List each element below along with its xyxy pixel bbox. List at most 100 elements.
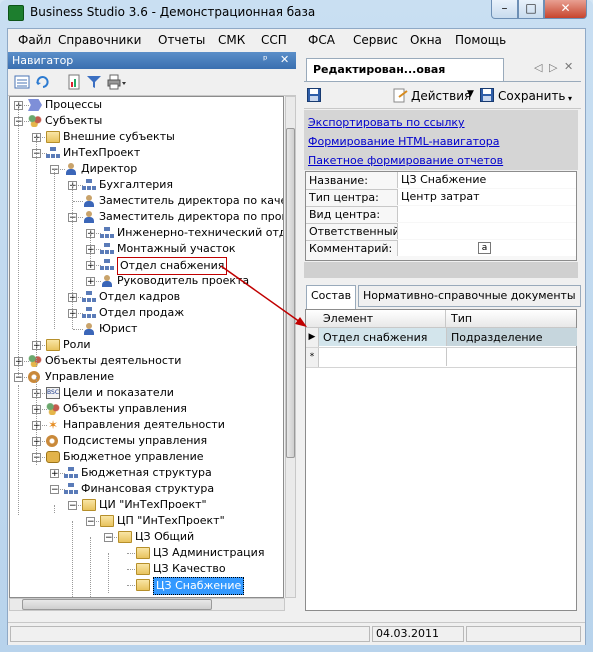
objects-icon <box>28 355 42 367</box>
center-type-field[interactable]: Центр затрат <box>397 189 576 205</box>
actions-dropdown-icon[interactable]: ▼ <box>467 89 474 99</box>
collapse-icon[interactable]: − <box>86 517 95 527</box>
pin-icon[interactable]: ᵖ <box>263 53 268 66</box>
editor-toolbar: Действия ▼ Сохранить ▾ <box>304 84 581 109</box>
panel-splitter[interactable] <box>304 278 578 284</box>
tree-item-label[interactable]: Заместитель директора по произ <box>99 209 283 225</box>
save-small-icon[interactable] <box>307 88 321 102</box>
responsible-field[interactable] <box>397 223 576 239</box>
table-row[interactable]: ▶ Отдел снабжения Подразделение <box>306 328 577 348</box>
tab-composition[interactable]: Состав <box>306 285 357 309</box>
collapse-icon[interactable]: − <box>50 485 59 495</box>
print-icon[interactable] <box>107 74 126 90</box>
tree-view-icon[interactable] <box>14 74 30 90</box>
expand-icon[interactable]: + <box>50 469 59 479</box>
cell-element[interactable]: Отдел снабжения <box>323 331 427 344</box>
filter-icon[interactable] <box>86 74 102 90</box>
tree-item-label[interactable]: Бюджетная структура <box>81 465 212 481</box>
column-element[interactable]: Элемент <box>323 312 373 325</box>
menu-help[interactable]: Помощь <box>455 33 506 47</box>
column-type[interactable]: Тип <box>451 312 472 325</box>
column-divider[interactable] <box>445 310 446 327</box>
navigator-toolbar <box>8 69 296 96</box>
tab-close-icon[interactable]: ✕ <box>564 60 573 73</box>
minimize-button[interactable]: – <box>491 0 518 19</box>
report-icon[interactable] <box>66 74 82 90</box>
tree-item-label[interactable]: ЦИ "ИнТехПроект" <box>99 497 207 513</box>
property-label: Вид центра: <box>309 208 381 221</box>
maximize-button[interactable]: □ <box>518 0 544 19</box>
navigator-close-icon[interactable]: ✕ <box>280 53 289 66</box>
menu-reports[interactable]: Отчеты <box>158 33 205 47</box>
tab-normative-docs[interactable]: Нормативно-справочные документы <box>358 285 581 307</box>
tree-item-label[interactable]: Отдел продаж <box>99 305 184 321</box>
folder-icon <box>46 131 60 143</box>
collapse-icon[interactable]: − <box>104 533 113 543</box>
tree-item-label[interactable]: Инженерно-технический отде <box>117 225 283 241</box>
refresh-icon[interactable] <box>35 74 51 90</box>
toolbar-overflow-icon[interactable]: ▾ <box>568 94 572 103</box>
tree-item-label[interactable]: ЦЗ Качество <box>153 561 226 577</box>
tree-horizontal-scroll-thumb[interactable] <box>22 599 212 610</box>
close-button[interactable]: ✕ <box>544 0 587 19</box>
tree-item-label[interactable]: Объекты управления <box>63 401 187 417</box>
tree-item-label[interactable]: Процессы <box>45 97 102 113</box>
menu-ssp[interactable]: ССП <box>261 33 287 47</box>
tab-next-icon[interactable]: ▷ <box>549 61 557 74</box>
tab-prev-icon[interactable]: ◁ <box>534 61 542 74</box>
tree-item-label[interactable]: ЦЗ Снабжение <box>153 577 245 595</box>
folder-icon <box>118 531 132 543</box>
tree-item-label[interactable]: Бухгалтерия <box>99 177 173 193</box>
tab-editor[interactable]: Редактирован...овая структура <box>306 58 504 97</box>
menu-fsa[interactable]: ФСА <box>308 33 335 47</box>
tree-item-label[interactable]: ЦЗ Общий <box>135 529 194 545</box>
tree-guide <box>72 185 73 329</box>
cell-type[interactable]: Подразделение <box>451 331 542 344</box>
html-navigator-link[interactable]: Формирование HTML-навигатора <box>308 135 500 148</box>
navigator-tree[interactable]: + Процессы − Субъекты + Внешние субъекты − ИнТе… <box>9 96 284 598</box>
export-link[interactable]: Экспортировать по ссылку <box>308 116 465 129</box>
menu-references[interactable]: Справочники <box>58 33 141 47</box>
menu-file[interactable]: Файл <box>18 33 51 47</box>
comment-edit-button[interactable]: a <box>478 242 491 254</box>
tree-item-label[interactable]: Субъекты <box>45 113 102 129</box>
tree-item-label[interactable]: Юрист <box>99 321 137 337</box>
tree-item-label[interactable]: Директор <box>81 161 137 177</box>
tree-item-label[interactable]: Финансовая структура <box>81 481 214 497</box>
properties-footer <box>304 262 578 278</box>
tree-guide <box>54 169 55 329</box>
name-field[interactable]: ЦЗ Снабжение <box>397 172 576 188</box>
tree-item-label[interactable]: Цели и показатели <box>63 385 174 401</box>
new-row[interactable]: * <box>306 348 576 368</box>
tree-item-label[interactable]: Заместитель директора по качес <box>99 193 283 209</box>
tree-item-label[interactable]: Объекты деятельности <box>45 353 181 369</box>
menu-smk[interactable]: СМК <box>218 33 245 47</box>
collapse-icon[interactable]: − <box>68 501 77 511</box>
actions-button[interactable]: Действия <box>411 89 471 103</box>
tree-item-label[interactable]: Отдел кадров <box>99 289 180 305</box>
save-button[interactable]: Сохранить <box>498 89 566 103</box>
tree-item-label[interactable]: Направления деятельности <box>63 417 225 433</box>
center-kind-field[interactable] <box>397 206 576 222</box>
batch-reports-link[interactable]: Пакетное формирование отчетов <box>308 154 503 167</box>
property-row: Ответственный: <box>306 223 576 241</box>
tree-guide <box>54 505 55 513</box>
tree-item-label[interactable]: Управление <box>45 369 114 385</box>
tree-item-label[interactable]: Монтажный участок <box>117 241 236 257</box>
navigator-title: Навигатор <box>12 54 74 67</box>
tree-guide <box>108 553 109 593</box>
menu-windows[interactable]: Окна <box>410 33 442 47</box>
tree-item-label[interactable]: Бюджетное управление <box>63 449 204 465</box>
tree-item-label[interactable]: Подсистемы управления <box>63 433 207 449</box>
tree-item-label[interactable]: ЦЗ Администрация <box>153 545 264 561</box>
bsc-icon: BSC <box>46 387 60 399</box>
menu-service[interactable]: Сервис <box>353 33 398 47</box>
tree-item-label[interactable]: Внешние субъекты <box>63 129 175 145</box>
expand-icon[interactable]: + <box>86 277 95 287</box>
tree-item-label[interactable]: ЦП "ИнТехПроект" <box>117 513 225 529</box>
tree-item-label[interactable]: Роли <box>63 337 91 353</box>
tree-item-label[interactable]: ИнТехПроект <box>63 145 140 161</box>
tree-item-label[interactable]: Руководитель проекта <box>117 273 249 289</box>
cog-icon <box>46 435 58 447</box>
tree-vertical-scroll-thumb[interactable] <box>286 128 295 458</box>
